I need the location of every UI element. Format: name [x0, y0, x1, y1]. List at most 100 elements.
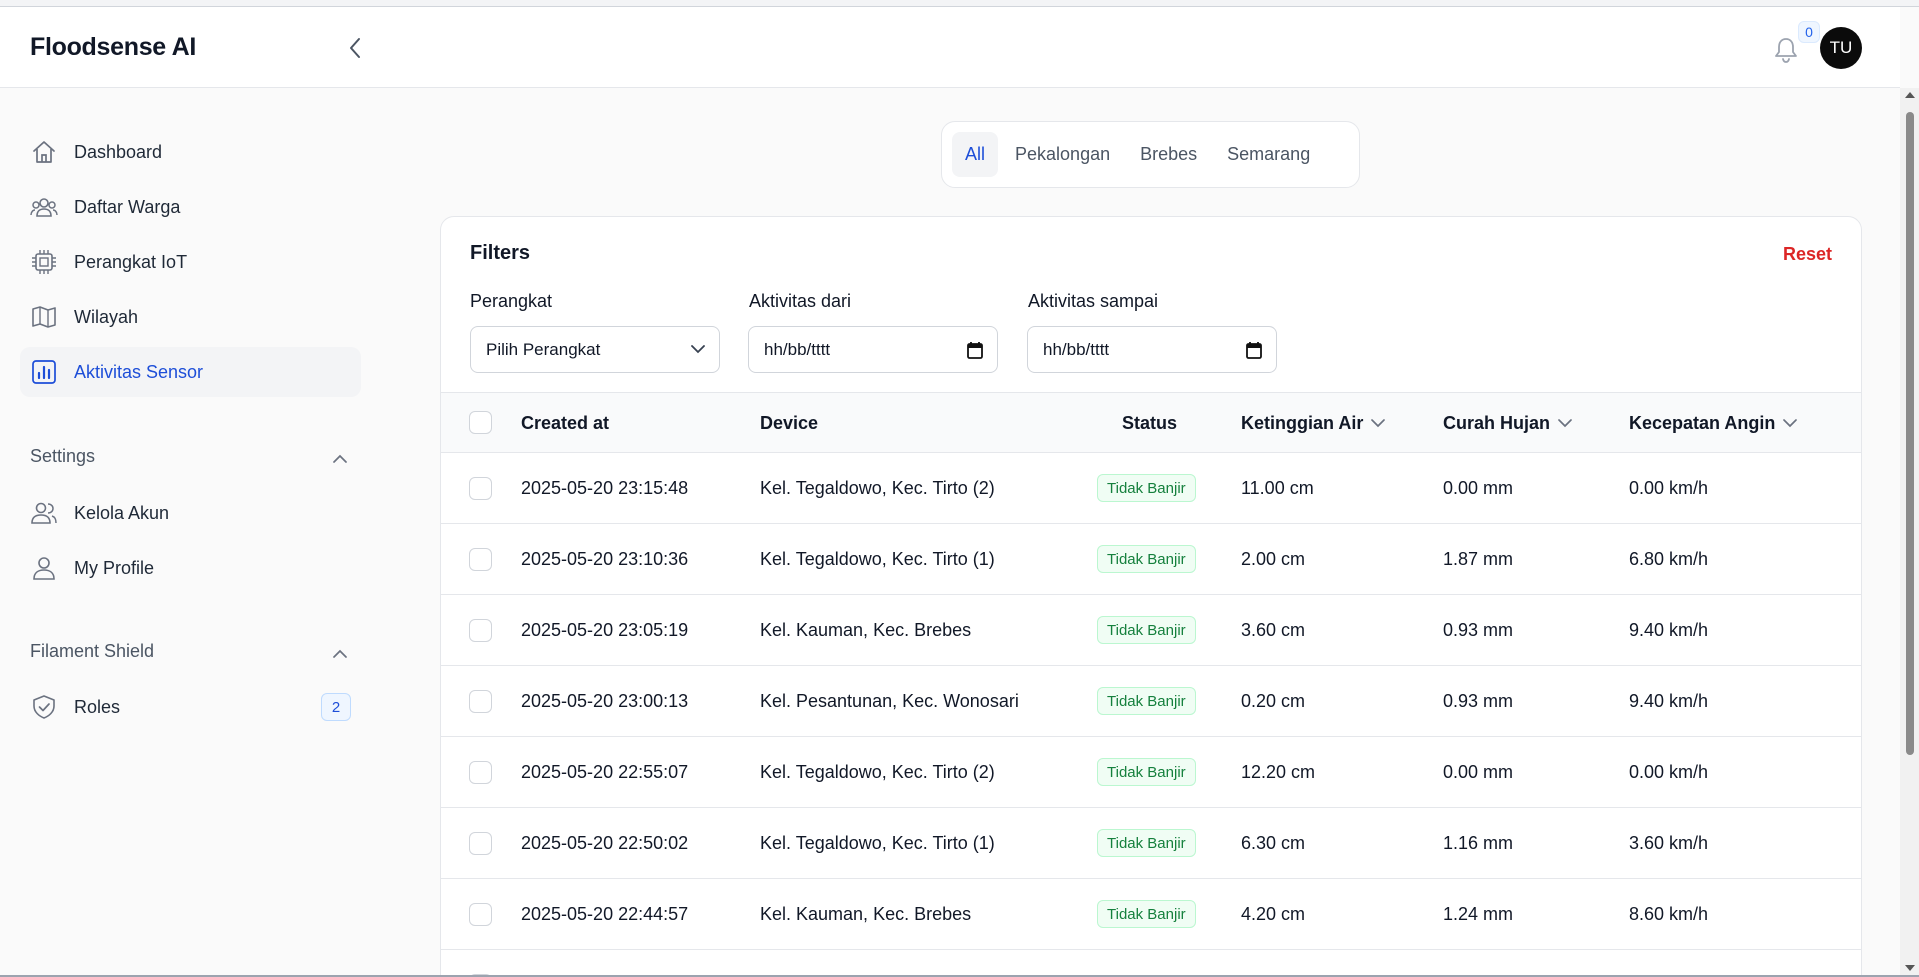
sidebar-item-kelola-akun[interactable]: Kelola Akun [20, 488, 361, 538]
collapse-sidebar-button[interactable] [340, 31, 370, 65]
cell-device: Kel. Tegaldowo, Kec. Tirto (2) [760, 477, 995, 498]
table-row[interactable]: 2025-05-20 22:55:07 Kel. Tegaldowo, Kec.… [441, 737, 1861, 808]
user-avatar[interactable]: TU [1820, 27, 1862, 69]
cell-ketinggian-air: 0.20 cm [1241, 690, 1306, 711]
chevron-down-icon [1783, 418, 1798, 428]
aktivitas-sampai-date-input[interactable]: hh/bb/tttt [1027, 326, 1277, 373]
sidebar-item-label: Daftar Warga [74, 196, 181, 217]
column-created-at: Created at [521, 412, 610, 433]
cell-ketinggian-air: 11.00 cm [1241, 477, 1314, 498]
roles-count-badge: 2 [321, 693, 351, 721]
table-row[interactable]: 2025-05-20 23:05:19 Kel. Kauman, Kec. Br… [441, 595, 1861, 666]
tab-all[interactable]: All [952, 132, 999, 177]
tab-pekalongan[interactable]: Pekalongan [1002, 132, 1123, 177]
cell-device: Kel. Tegaldowo, Kec. Tirto (1) [760, 548, 995, 569]
sidebar-item-daftar-warga[interactable]: Daftar Warga [20, 182, 361, 232]
row-checkbox[interactable] [469, 832, 492, 855]
cell-curah-hujan: 1.24 mm [1443, 903, 1514, 924]
scrollbar-thumb[interactable] [1906, 112, 1914, 755]
cell-curah-hujan: 0.00 mm [1443, 761, 1514, 782]
column-ketinggian-air[interactable]: Ketinggian Air [1241, 393, 1386, 453]
perangkat-select[interactable]: Pilih Perangkat [470, 326, 720, 373]
aktivitas-sampai-label: Aktivitas sampai [1028, 291, 1159, 311]
row-checkbox[interactable] [469, 548, 492, 571]
browser-top-strip [0, 0, 1919, 7]
table-row[interactable]: 2025-05-20 22:50:02 Kel. Tegaldowo, Kec.… [441, 808, 1861, 879]
aktivitas-dari-date-input[interactable]: hh/bb/tttt [748, 326, 998, 373]
cell-kecepatan-angin: 3.60 km/h [1629, 832, 1709, 853]
reset-filters-button[interactable]: Reset [1783, 244, 1832, 265]
sidebar-item-my-profile[interactable]: My Profile [20, 543, 361, 593]
cell-kecepatan-angin: 0.00 km/h [1629, 761, 1709, 782]
table-row-partial[interactable] [441, 950, 1861, 976]
sidebar-item-label: Roles [74, 696, 121, 717]
cell-kecepatan-angin: 6.80 km/h [1629, 548, 1709, 569]
status-badge: Tidak Banjir [1097, 474, 1196, 502]
status-badge: Tidak Banjir [1097, 829, 1196, 857]
cell-ketinggian-air: 3.60 cm [1241, 619, 1306, 640]
shield-collapse-button[interactable] [330, 643, 350, 663]
perangkat-filter-label: Perangkat [470, 291, 553, 311]
cell-created-at: 2025-05-20 23:15:48 [521, 477, 689, 498]
cell-device: Kel. Kauman, Kec. Brebes [760, 619, 972, 640]
row-checkbox[interactable] [469, 477, 492, 500]
cell-ketinggian-air: 6.30 cm [1241, 832, 1306, 853]
sidebar-item-label: Perangkat IoT [74, 251, 188, 272]
column-ketinggian-air-label: Ketinggian Air [1241, 412, 1364, 433]
tab-semarang[interactable]: Semarang [1214, 132, 1323, 177]
top-bar: Floodsense AI 0 TU [0, 7, 1900, 88]
table-row[interactable]: 2025-05-20 23:00:13 Kel. Pesantunan, Kec… [441, 666, 1861, 737]
aktivitas-dari-value: hh/bb/tttt [764, 339, 831, 359]
cell-kecepatan-angin: 9.40 km/h [1629, 690, 1709, 711]
aktivitas-dari-label: Aktivitas dari [749, 291, 852, 311]
shield-group-title: Filament Shield [30, 641, 155, 661]
column-kecepatan-angin-label: Kecepatan Angin [1629, 412, 1776, 433]
cell-created-at: 2025-05-20 23:00:13 [521, 690, 689, 711]
cell-ketinggian-air: 4.20 cm [1241, 903, 1306, 924]
table-row[interactable]: 2025-05-20 22:44:57 Kel. Kauman, Kec. Br… [441, 879, 1861, 950]
user-icon [30, 554, 58, 582]
settings-group-title: Settings [30, 446, 96, 466]
status-badge: Tidak Banjir [1097, 545, 1196, 573]
sidebar-item-wilayah[interactable]: Wilayah [20, 292, 361, 342]
column-curah-hujan[interactable]: Curah Hujan [1443, 393, 1572, 453]
sidebar-item-roles[interactable]: Roles 2 [20, 682, 361, 732]
row-checkbox[interactable] [469, 690, 492, 713]
select-all-checkbox[interactable] [469, 411, 492, 434]
table-row[interactable]: 2025-05-20 23:15:48 Kel. Tegaldowo, Kec.… [441, 453, 1861, 524]
settings-collapse-button[interactable] [330, 448, 350, 468]
sidebar-item-label: Kelola Akun [74, 502, 170, 523]
cell-created-at: 2025-05-20 22:44:57 [521, 903, 689, 924]
column-status: Status [1122, 412, 1178, 433]
sidebar-item-dashboard[interactable]: Dashboard [20, 127, 361, 177]
brand-title: Floodsense AI [30, 33, 197, 61]
perangkat-select-value: Pilih Perangkat [486, 339, 601, 359]
tab-brebes[interactable]: Brebes [1127, 132, 1210, 177]
cell-device: Kel. Kauman, Kec. Brebes [760, 903, 972, 924]
cell-device: Kel. Pesantunan, Kec. Wonosari [760, 690, 1019, 711]
sidebar-item-perangkat-iot[interactable]: Perangkat IoT [20, 237, 361, 287]
column-kecepatan-angin[interactable]: Kecepatan Angin [1629, 393, 1798, 453]
cell-kecepatan-angin: 0.00 km/h [1629, 477, 1709, 498]
sidebar-item-aktivitas-sensor[interactable]: Aktivitas Sensor [20, 347, 361, 397]
row-checkbox[interactable] [469, 619, 492, 642]
row-checkbox[interactable] [469, 903, 492, 926]
chevron-up-icon [333, 454, 347, 463]
table-header: Created at Device Status Ketinggian Air … [441, 392, 1861, 453]
cell-kecepatan-angin: 9.40 km/h [1629, 619, 1709, 640]
sidebar-item-label: My Profile [74, 557, 155, 578]
cell-curah-hujan: 0.93 mm [1443, 619, 1514, 640]
scroll-up-arrow[interactable] [1905, 92, 1915, 98]
table-row[interactable]: 2025-05-20 23:10:36 Kel. Tegaldowo, Kec.… [441, 524, 1861, 595]
cell-ketinggian-air: 12.20 cm [1241, 761, 1316, 782]
cell-created-at: 2025-05-20 23:10:36 [521, 548, 689, 569]
cell-created-at: 2025-05-20 22:55:07 [521, 761, 689, 782]
users-icon [30, 193, 58, 221]
row-checkbox[interactable] [469, 761, 492, 784]
scroll-down-arrow[interactable] [1905, 965, 1915, 971]
users-outline-icon [30, 499, 58, 527]
status-badge: Tidak Banjir [1097, 687, 1196, 715]
notification-count-badge: 0 [1798, 21, 1820, 43]
calendar-icon [1246, 341, 1262, 359]
cell-device: Kel. Tegaldowo, Kec. Tirto (2) [760, 761, 995, 782]
